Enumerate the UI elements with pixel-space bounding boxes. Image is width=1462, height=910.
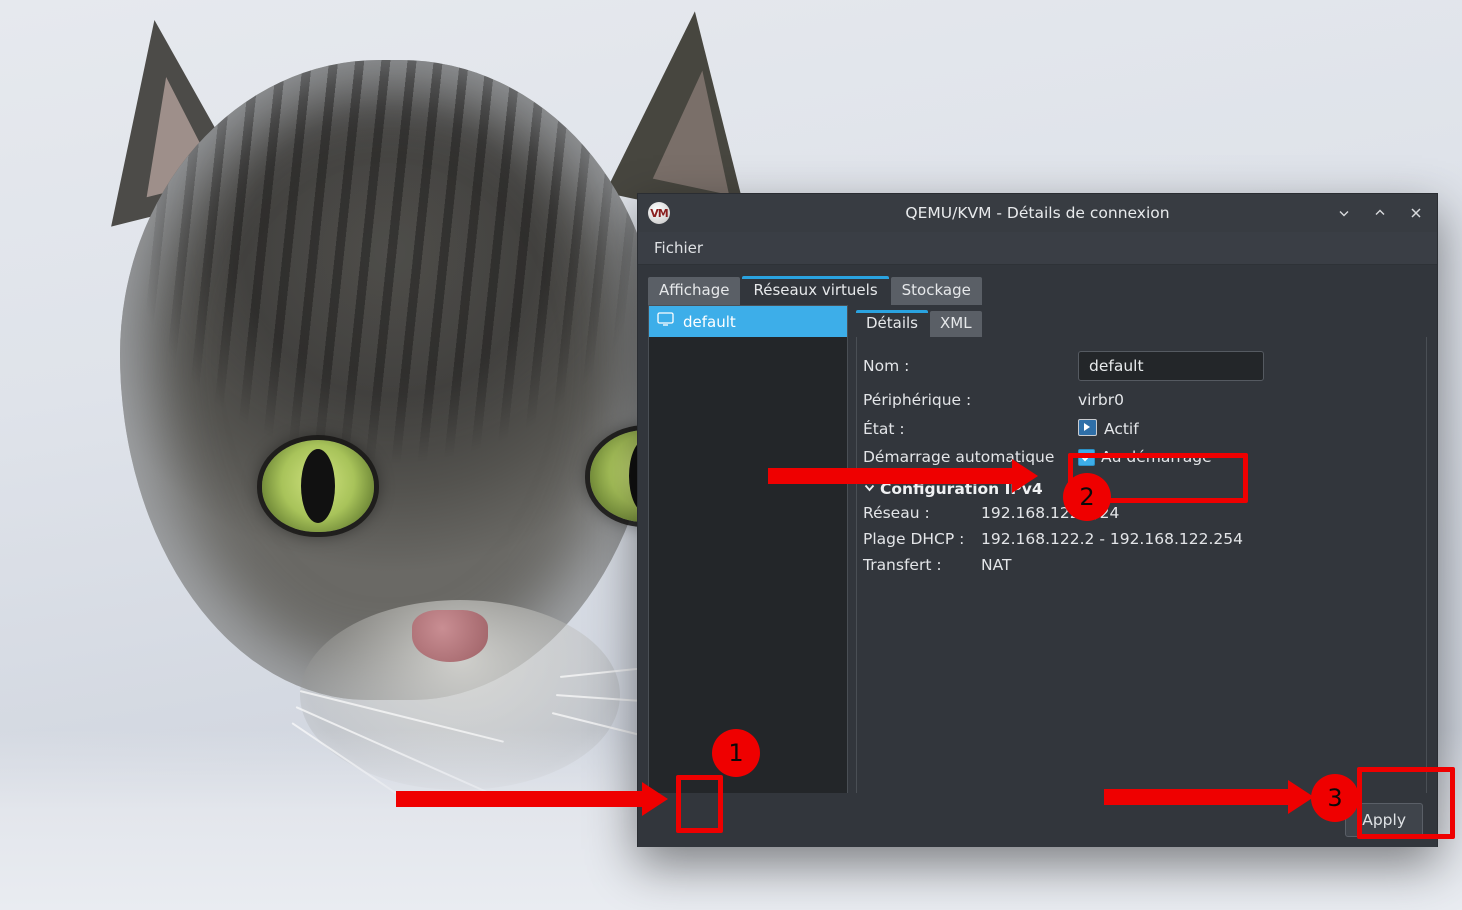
- field-dhcp-range: Plage DHCP : 192.168.122.2 - 192.168.122…: [863, 530, 1422, 548]
- device-value: virbr0: [1078, 391, 1124, 409]
- forward-value: NAT: [981, 556, 1012, 574]
- annotation-badge-3: 3: [1311, 774, 1359, 822]
- maximize-icon[interactable]: [1369, 202, 1391, 224]
- field-forward: Transfert : NAT: [863, 556, 1422, 574]
- tab-details[interactable]: Détails: [856, 310, 929, 337]
- annotation-badge-2: 2: [1063, 473, 1111, 521]
- autostart-label: Démarrage automatique: [863, 448, 1055, 466]
- cat-fur-stripes: [120, 60, 660, 700]
- state-label: État :: [863, 419, 905, 438]
- virt-manager-logo-icon: VM: [648, 202, 670, 224]
- cat-left-eye: [262, 440, 374, 532]
- field-name: Nom : default: [863, 351, 1422, 381]
- list-item[interactable]: default: [649, 306, 847, 337]
- state-value: Actif: [1104, 420, 1139, 438]
- active-monitor-icon: [1078, 419, 1097, 436]
- cat-head: [120, 60, 660, 700]
- dhcp-label: Plage DHCP :: [863, 530, 965, 548]
- state-value-wrap: Actif: [1078, 419, 1139, 438]
- network-details-column: Détails XML Nom : default Périphérique :…: [856, 305, 1427, 847]
- forward-label: Transfert :: [863, 556, 942, 574]
- tab-content-area: default Détails XML Nom: default Périph…: [638, 305, 1437, 857]
- field-device: Périphérique : virbr0: [863, 391, 1422, 409]
- annotation-highlight-1: [676, 775, 723, 833]
- detail-tab-bar: Détails XML: [856, 305, 1427, 337]
- field-state: État : Actif: [863, 419, 1422, 438]
- close-icon[interactable]: [1405, 202, 1427, 224]
- top-tab-bar: Affichage Réseaux virtuels Stockage: [638, 265, 1437, 305]
- window-title: QEMU/KVM - Détails de connexion: [905, 204, 1170, 222]
- tab-reseaux-virtuels[interactable]: Réseaux virtuels: [742, 276, 889, 305]
- menu-item-fichier[interactable]: Fichier: [650, 237, 707, 259]
- minimize-icon[interactable]: [1333, 202, 1355, 224]
- monitor-icon: [657, 312, 674, 331]
- details-pane: Nom : default Périphérique : virbr0 État…: [856, 337, 1427, 847]
- window-titlebar[interactable]: VM QEMU/KVM - Détails de connexion: [638, 194, 1437, 232]
- annotation-arrow-2: [768, 468, 1014, 484]
- network-label: Réseau :: [863, 504, 930, 522]
- annotation-arrow-3: [1104, 789, 1290, 805]
- tab-stockage[interactable]: Stockage: [890, 277, 982, 305]
- field-network: Réseau : 192.168.122.0/24: [863, 504, 1422, 522]
- annotation-arrow-1: [396, 791, 644, 807]
- name-label: Nom :: [863, 357, 910, 375]
- menu-bar: Fichier: [638, 232, 1437, 264]
- window-controls: [1333, 202, 1427, 224]
- tab-affichage[interactable]: Affichage: [648, 277, 741, 305]
- tab-xml[interactable]: XML: [930, 311, 982, 337]
- annotation-highlight-3: [1357, 767, 1455, 839]
- device-label: Périphérique :: [863, 391, 972, 409]
- network-name-input[interactable]: default: [1078, 351, 1264, 381]
- list-item-label: default: [683, 312, 736, 331]
- cat-nose: [412, 610, 488, 662]
- annotation-badge-1: 1: [712, 729, 760, 777]
- dhcp-value: 192.168.122.2 - 192.168.122.254: [981, 530, 1243, 548]
